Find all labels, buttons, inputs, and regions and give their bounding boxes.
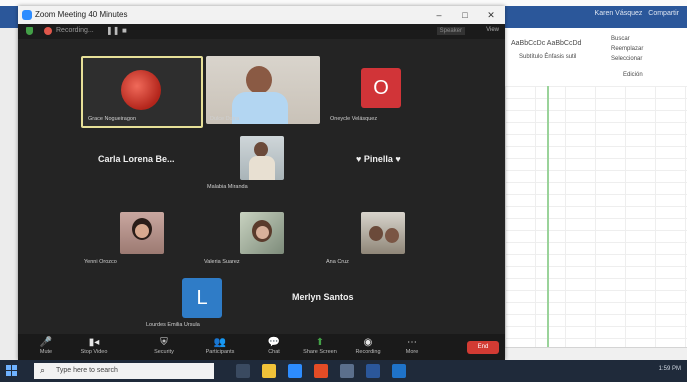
end-meeting-button[interactable]: End	[467, 341, 499, 354]
windows-taskbar: ⌕ Type here to search 1:59 PM	[0, 360, 687, 382]
system-clock[interactable]: 1:59 PM	[659, 366, 681, 372]
stop-video-button[interactable]: ▮◂ Stop Video	[74, 336, 114, 355]
participant-name: Merlyn Santos	[292, 292, 354, 302]
zoom-window-title: Zoom Meeting 40 Minutes	[35, 10, 128, 19]
stop-video-label: Stop Video	[80, 349, 108, 355]
windows-start-icon[interactable]	[6, 365, 18, 377]
app-icon[interactable]	[340, 364, 354, 378]
mute-label: Mute	[39, 349, 53, 355]
profile-picture	[121, 70, 161, 110]
replace-button[interactable]: Reemplazar	[611, 46, 643, 52]
word-icon[interactable]	[366, 364, 380, 378]
ribbon: AaBbCcDc AaBbCcDd Subtítulo Énfasis suti…	[505, 28, 687, 87]
participant-name: Grace Nogueiragon	[88, 116, 137, 122]
status-bar	[505, 347, 687, 361]
person-face	[256, 226, 269, 239]
more-button[interactable]: ⋯ More	[392, 336, 432, 355]
search-placeholder: Type here to search	[56, 367, 118, 374]
editing-group-label: Edición	[623, 72, 643, 78]
person-head	[385, 228, 399, 243]
participant-name: ♥ Pinella ♥	[356, 154, 401, 164]
more-icon: ⋯	[407, 337, 417, 348]
record-dot-icon	[44, 27, 52, 35]
minimize-icon[interactable]: –	[431, 8, 447, 22]
participants-button[interactable]: 👥 Participants	[200, 336, 240, 355]
style-gallery[interactable]: AaBbCcDc AaBbCcDd	[511, 40, 581, 47]
participant-name: Dulce Dutra	[210, 116, 240, 122]
shield-icon: ⛨	[160, 337, 168, 348]
person-shirt	[249, 156, 275, 180]
shield-icon[interactable]	[26, 27, 33, 35]
share-screen-label: Share Screen	[303, 349, 337, 355]
video-camera-icon: ▮◂	[88, 337, 100, 348]
person-face	[135, 224, 149, 238]
speaker-view-button[interactable]: Speaker	[436, 27, 465, 35]
app-icon[interactable]	[392, 364, 406, 378]
gallery-view-button[interactable]: View	[486, 27, 499, 33]
participant-name: Ana Cruz	[326, 259, 349, 265]
participant-name: Valeria Suarez	[204, 259, 240, 265]
video-feed	[240, 212, 284, 254]
share-screen-icon: ⬆	[315, 337, 325, 348]
share-screen-button[interactable]: ⬆ Share Screen	[300, 336, 340, 355]
record-label: Recording	[355, 349, 381, 355]
participant-name: Yenni Orozco	[84, 259, 117, 265]
close-icon[interactable]: ✕	[483, 8, 499, 22]
chat-button[interactable]: 💬 Chat	[254, 336, 294, 355]
participant-name: Lourdes Emilia Ursula	[146, 322, 200, 328]
microphone-icon: 🎤	[39, 337, 53, 348]
initial-avatar: L	[182, 278, 222, 318]
person-head	[254, 142, 268, 157]
record-button[interactable]: ◉ Recording	[348, 336, 388, 355]
more-label: More	[405, 349, 419, 355]
initial-avatar: O	[361, 68, 401, 108]
security-button[interactable]: ⛨ Security	[144, 336, 184, 355]
participant-name: Carla Lorena Be...	[98, 154, 175, 164]
person-head	[369, 226, 383, 241]
search-icon: ⌕	[40, 365, 46, 375]
meeting-top-bar: Recording... ❚❚ ■ Speaker View	[18, 24, 505, 39]
file-explorer-icon[interactable]	[262, 364, 276, 378]
select-button[interactable]: Seleccionar	[611, 56, 642, 62]
participants-label: Participants	[205, 349, 235, 355]
zoom-title-bar: Zoom Meeting 40 Minutes – □ ✕	[18, 6, 505, 25]
meeting-controls: 🎤 Mute ▮◂ Stop Video ⛨ Security 👥 Partic…	[18, 334, 505, 360]
record-icon: ◉	[363, 337, 373, 348]
stop-recording-icon[interactable]: ■	[122, 26, 127, 35]
participant-name: Malabia Miranda	[207, 184, 248, 190]
video-feed	[120, 212, 164, 254]
task-view-icon[interactable]	[236, 364, 250, 378]
pause-recording-icon[interactable]: ❚❚	[106, 26, 119, 35]
person-head	[246, 66, 272, 94]
security-label: Security	[154, 349, 174, 355]
recording-label: Recording...	[56, 27, 94, 34]
mute-button[interactable]: 🎤 Mute	[26, 336, 66, 355]
maximize-icon[interactable]: □	[457, 8, 473, 22]
share-button[interactable]: Compartir	[648, 10, 679, 17]
participants-icon: 👥	[213, 337, 227, 348]
chrome-icon[interactable]	[314, 364, 328, 378]
chat-icon: 💬	[267, 337, 281, 348]
zoom-logo-icon	[22, 10, 32, 20]
document-page[interactable]	[505, 86, 687, 360]
person-shirt	[232, 92, 288, 124]
zoom-app-icon[interactable]	[288, 364, 302, 378]
video-feed	[361, 212, 405, 254]
participant-name: Oneycle Velásquez	[330, 116, 378, 122]
style-gallery-labels: Subtítulo Énfasis sutil	[519, 54, 577, 60]
zoom-meeting-window: Zoom Meeting 40 Minutes – □ ✕ Recording.…	[18, 6, 505, 360]
video-feed	[206, 56, 320, 124]
find-button[interactable]: Buscar	[611, 36, 630, 42]
taskbar-search-input[interactable]: ⌕ Type here to search	[34, 363, 214, 379]
video-feed	[240, 136, 284, 180]
left-panel	[0, 28, 18, 360]
account-name[interactable]: Karen Vásquez Compartir	[595, 10, 679, 17]
chat-label: Chat	[268, 349, 280, 355]
user-name: Karen Vásquez	[594, 10, 643, 17]
page-guide	[547, 86, 549, 360]
